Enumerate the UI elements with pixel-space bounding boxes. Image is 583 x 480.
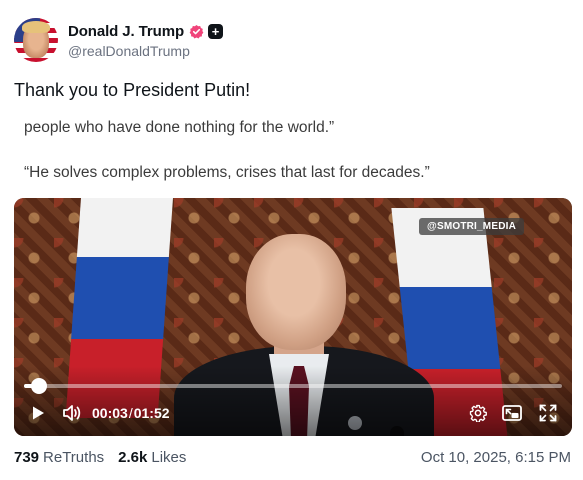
play-icon[interactable] — [26, 401, 50, 425]
likes-count: 2.6k — [118, 448, 148, 466]
verified-badge-icon — [189, 24, 204, 39]
post-timestamp[interactable]: Oct 10, 2025, 6:15 PM — [421, 449, 571, 466]
avatar-hair — [22, 21, 50, 33]
video-current-time: 00:03 — [92, 405, 128, 421]
quote-line: people who have done nothing for the wor… — [24, 119, 335, 136]
video-time: 00:03/01:52 — [92, 405, 170, 421]
post-text: Thank you to President Putin! — [14, 80, 251, 100]
video-progress-bar[interactable] — [24, 378, 562, 394]
quote-line: “He solves complex problems, crises that… — [24, 164, 430, 181]
video-watermark: @SMOTRI_MEDIA — [419, 218, 525, 235]
likes-label: Likes — [151, 448, 187, 466]
post-footer: 739 ReTruths 2.6k Likes Oct 10, 2025, 6:15… — [14, 446, 571, 468]
avatar[interactable] — [14, 18, 58, 62]
author-handle[interactable]: @realDonaldTrump — [68, 43, 223, 59]
fullscreen-icon[interactable] — [536, 401, 560, 425]
video-controls: 00:03/01:52 — [14, 400, 572, 426]
author-names: Donald J. Trump + @realDonaldTrump — [68, 21, 224, 59]
video-scrubber-handle[interactable] — [30, 378, 47, 394]
retruths-label: ReTruths — [43, 448, 105, 466]
post-header: Donald J. Trump + @realDonaldTrump — [14, 14, 224, 66]
volume-icon[interactable] — [60, 401, 84, 425]
speaker-head — [246, 234, 346, 350]
retruths-stat[interactable]: 739 ReTruths — [14, 449, 104, 466]
video-duration: 01:52 — [133, 405, 170, 421]
plus-badge-icon: + — [208, 23, 224, 39]
video-time-separator: / — [128, 405, 133, 421]
retruths-count: 739 — [14, 448, 40, 466]
gear-icon[interactable] — [466, 401, 490, 425]
picture-in-picture-icon[interactable] — [500, 401, 524, 425]
author-name-row: Donald J. Trump + — [68, 21, 224, 41]
likes-stat[interactable]: 2.6k Likes — [118, 449, 186, 466]
author-display-name[interactable]: Donald J. Trump — [68, 23, 184, 40]
video-player[interactable]: @SMOTRI_MEDIA 00:03/01:52 — [14, 198, 572, 436]
